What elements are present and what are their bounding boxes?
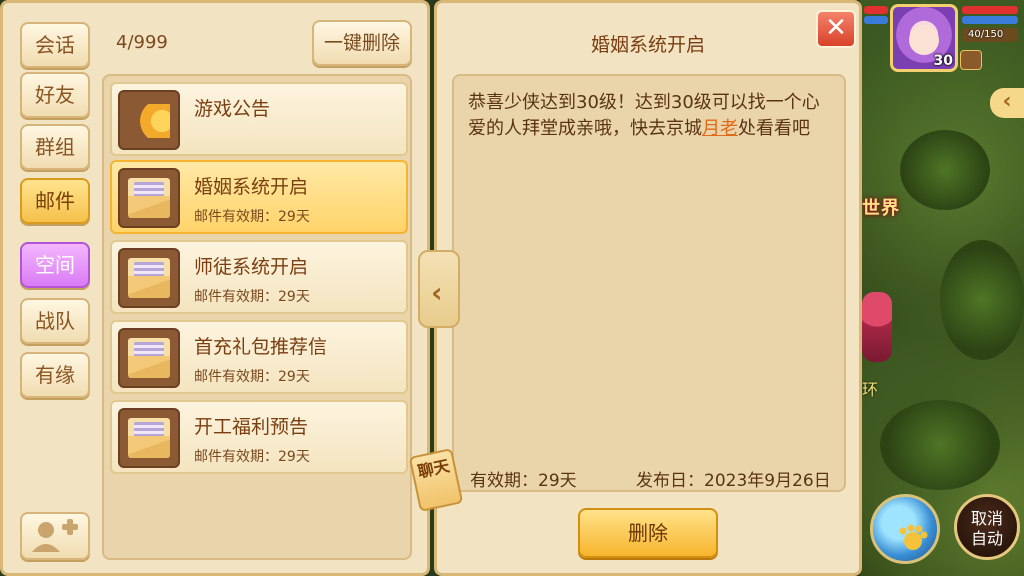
pet-skill-button[interactable] — [870, 494, 940, 564]
paw-icon — [899, 524, 928, 550]
mail-body: 恭喜少侠达到30级！达到30级可以找一个心爱的人拜堂成亲哦，快去京城月老处看看吧 — [468, 90, 828, 142]
megaphone-icon — [118, 90, 180, 150]
mail-item-title: 开工福利预告 — [194, 416, 309, 438]
mail-item-title: 游戏公告 — [194, 98, 271, 120]
envelope-icon — [118, 328, 180, 388]
auto-label-line2: 自动 — [970, 529, 1003, 548]
add-friend-button[interactable] — [20, 512, 90, 560]
cancel-auto-button[interactable]: 取消 自动 — [954, 494, 1020, 560]
scene-character[interactable] — [862, 292, 892, 362]
mail-body-text-end: 处看看吧 — [738, 118, 810, 139]
envelope-icon — [118, 168, 180, 228]
envelope-icon — [118, 408, 180, 468]
mail-item-validity: 邮件有效期：29天 — [194, 289, 310, 305]
tab-mail[interactable]: 邮件 — [20, 178, 90, 224]
world-banner: 世界 — [862, 198, 900, 219]
mail-item[interactable]: 首充礼包推荐信 邮件有效期：29天 — [110, 320, 408, 394]
player-avatar[interactable]: 30 — [890, 4, 958, 72]
mail-item-validity: 邮件有效期：29天 — [194, 449, 310, 465]
tab-groups[interactable]: 群组 — [20, 124, 90, 170]
envelope-icon — [118, 248, 180, 308]
scene-floating-text: 环 — [862, 380, 879, 399]
mail-item-title: 婚姻系统开启 — [194, 176, 309, 198]
avatar-face — [909, 25, 939, 55]
side-expand-arrow-icon[interactable]: ‹ — [990, 88, 1024, 118]
tab-space[interactable]: 空间 — [20, 242, 90, 288]
mail-counter: 4/999 — [116, 32, 168, 53]
buff-icon[interactable] — [960, 50, 982, 70]
player-hp-text: 40/150 — [968, 29, 1004, 40]
auto-label-line1: 取消 — [970, 509, 1003, 528]
delete-all-button[interactable]: 一键删除 — [312, 20, 412, 66]
scene-tree — [880, 400, 1000, 490]
player-mp-bar — [962, 16, 1018, 24]
enemy-mp-bar — [864, 16, 888, 24]
mail-item-announcement[interactable]: 游戏公告 — [110, 82, 408, 156]
add-friend-icon — [32, 519, 78, 552]
player-hp-bar — [962, 6, 1018, 14]
mail-item-validity: 邮件有效期：29天 — [194, 209, 310, 225]
tab-friends[interactable]: 好友 — [20, 72, 90, 118]
mail-item-title: 师徒系统开启 — [194, 256, 309, 278]
mail-detail-title: 婚姻系统开启 — [590, 34, 705, 56]
mail-item-title: 首充礼包推荐信 — [194, 336, 328, 358]
tab-team[interactable]: 战队 — [20, 298, 90, 344]
chevron-left-icon: ‹ — [431, 276, 443, 309]
player-level: 30 — [933, 53, 953, 69]
mail-validity: 有效期：29天 — [470, 471, 577, 491]
collapse-panel-button[interactable]: ‹ — [418, 250, 460, 328]
mail-list: 游戏公告 婚姻系统开启 邮件有效期：29天 师徒系统开启 邮件有效期：29天 首… — [102, 74, 412, 560]
close-button[interactable]: ✕ — [816, 10, 856, 48]
scene-tree — [940, 240, 1024, 360]
delete-button[interactable]: 删除 — [578, 508, 718, 558]
mail-item[interactable]: 师徒系统开启 邮件有效期：29天 — [110, 240, 408, 314]
enemy-hp-bar — [864, 6, 888, 14]
mail-publish-date: 发布日：2023年9月26日 — [636, 471, 831, 491]
tab-fate[interactable]: 有缘 — [20, 352, 90, 398]
tab-chat[interactable]: 会话 — [20, 22, 90, 68]
mail-item-validity: 邮件有效期：29天 — [194, 369, 310, 385]
mail-item[interactable]: 开工福利预告 邮件有效期：29天 — [110, 400, 408, 474]
mail-item-selected[interactable]: 婚姻系统开启 邮件有效期：29天 — [110, 160, 408, 234]
npc-link[interactable]: 月老 — [702, 118, 738, 139]
